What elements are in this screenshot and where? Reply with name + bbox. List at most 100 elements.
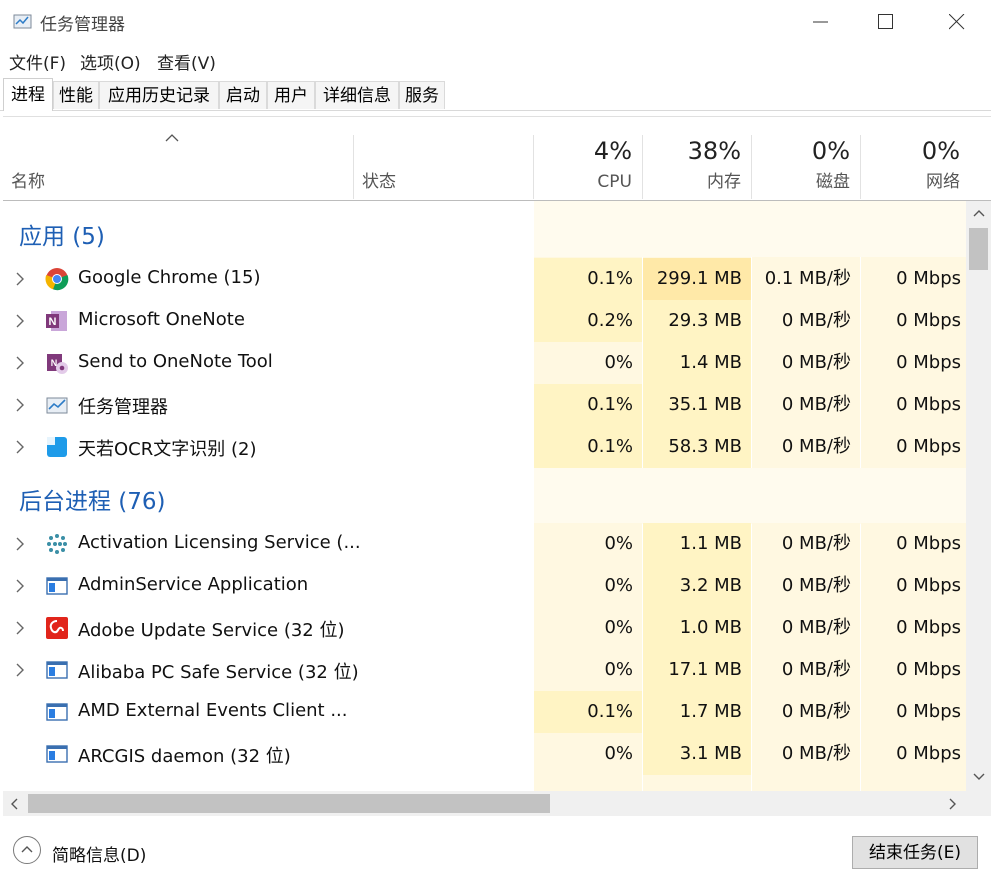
network-cell: 0 Mbps bbox=[861, 649, 966, 691]
network-cell: 0 Mbps bbox=[861, 691, 966, 733]
footer: 简略信息(D) 结束任务(E) bbox=[0, 816, 991, 889]
disk-cell: 0 MB/秒 bbox=[752, 300, 860, 342]
memory-cell: 29.3 MB bbox=[643, 300, 751, 342]
process-row[interactable]: 0.1% 299.1 MB 0.1 MB/秒 0 Mbps Google Chrome … bbox=[3, 258, 966, 300]
column-memory[interactable]: 38% 内存 bbox=[643, 117, 751, 200]
column-status-label: 状态 bbox=[362, 172, 396, 192]
chevron-up-icon bbox=[21, 846, 33, 853]
expand-chevron-icon[interactable] bbox=[16, 271, 25, 290]
tab-performance[interactable]: 性能 bbox=[53, 81, 99, 109]
expand-chevron-icon[interactable] bbox=[16, 620, 25, 639]
group-header: 后台进程 (76) bbox=[3, 468, 966, 524]
menu-file[interactable]: 文件(F) bbox=[9, 49, 66, 74]
network-cell: 0 Mbps bbox=[861, 300, 966, 342]
cpu-cell: 0% bbox=[534, 342, 642, 384]
memory-label: 内存 bbox=[707, 172, 741, 192]
process-row[interactable]: 0% 3.2 MB 0 MB/秒 0 Mbps AdminService Applica… bbox=[3, 565, 966, 607]
expand-chevron-icon[interactable] bbox=[16, 536, 25, 555]
close-button[interactable] bbox=[927, 0, 987, 45]
tab-services[interactable]: 服务 bbox=[399, 81, 445, 109]
group-header-band bbox=[534, 468, 966, 524]
disk-cell: 0 MB/秒 bbox=[752, 649, 860, 691]
tab-app-history[interactable]: 应用历史记录 bbox=[99, 81, 219, 109]
process-name: AdminService Application bbox=[78, 574, 309, 595]
fewer-details-toggle[interactable] bbox=[13, 836, 41, 864]
process-row[interactable]: 0% 17.1 MB 0 MB/秒 0 Mbps Alibaba PC Safe Ser… bbox=[3, 649, 966, 691]
expand-chevron-icon[interactable] bbox=[16, 313, 25, 332]
horizontal-scrollbar[interactable] bbox=[3, 791, 991, 816]
expand-chevron-icon[interactable] bbox=[16, 662, 25, 681]
disk-cell: 0 MB/秒 bbox=[752, 384, 860, 426]
memory-cell: 3.1 MB bbox=[643, 733, 751, 775]
memory-cell: 58.3 MB bbox=[643, 426, 751, 468]
process-row[interactable]: 0% 3.1 MB 0 MB/秒 0 Mbps ARCGIS daemon (32 位) bbox=[3, 733, 966, 775]
maximize-button[interactable] bbox=[856, 0, 916, 45]
process-row[interactable]: 0% 1.1 MB 0 MB/秒 0 Mbps Activation Licensing… bbox=[3, 523, 966, 565]
process-row[interactable]: 0.2% 29.3 MB 0 MB/秒 0 Mbps N Microsoft OneNot… bbox=[3, 300, 966, 342]
cpu-cell: 0.1% bbox=[534, 426, 642, 468]
process-row[interactable]: 0.1% 35.1 MB 0 MB/秒 0 Mbps 任务管理器 bbox=[3, 384, 966, 426]
minimize-icon bbox=[813, 21, 828, 23]
expand-chevron-icon[interactable] bbox=[16, 355, 25, 374]
cpu-cell: 0% bbox=[534, 523, 642, 565]
network-cell: 0 Mbps bbox=[861, 565, 966, 607]
cpu-cell: 0.1% bbox=[534, 384, 642, 426]
expand-chevron-icon[interactable] bbox=[16, 397, 25, 416]
onenote-icon: N bbox=[45, 309, 69, 333]
process-name: Alibaba PC Safe Service (32 位) bbox=[78, 662, 359, 683]
group-title: 应用 (5) bbox=[19, 224, 105, 250]
cpu-cell: 0% bbox=[534, 649, 642, 691]
minimize-button[interactable] bbox=[791, 0, 851, 45]
cpu-label: CPU bbox=[597, 172, 632, 192]
process-row[interactable]: 0.1% 58.3 MB 0 MB/秒 0 Mbps 天若OCR文字识别 (2) bbox=[3, 426, 966, 468]
vertical-scroll-thumb[interactable] bbox=[969, 228, 988, 270]
process-row[interactable]: 0% 1.0 MB 0 MB/秒 0 Mbps Adobe Update Service… bbox=[3, 607, 966, 649]
column-name[interactable]: 名称 bbox=[3, 117, 353, 200]
network-cell: 0 Mbps bbox=[861, 523, 966, 565]
column-status[interactable]: 状态 bbox=[354, 117, 533, 200]
column-header: 名称 状态 4% CPU 38% 内存 0% 磁盘 0% 网络 bbox=[3, 117, 991, 201]
tab-startup[interactable]: 启动 bbox=[219, 81, 267, 109]
process-name: Activation Licensing Service (... bbox=[78, 532, 361, 553]
menu-view[interactable]: 查看(V) bbox=[157, 49, 216, 74]
cpu-cell: 0% bbox=[534, 733, 642, 775]
network-cell: 0 Mbps bbox=[861, 426, 966, 468]
service-window-icon bbox=[45, 742, 69, 766]
expand-chevron-icon[interactable] bbox=[16, 439, 25, 458]
horizontal-scroll-thumb[interactable] bbox=[28, 794, 550, 813]
expand-chevron-icon[interactable] bbox=[16, 578, 25, 597]
tab-details[interactable]: 详细信息 bbox=[315, 81, 399, 109]
tab-strip: 进程 性能 应用历史记录 启动 用户 详细信息 服务 bbox=[0, 78, 991, 111]
network-cell: 0 Mbps bbox=[861, 342, 966, 384]
fewer-details-link[interactable]: 简略信息(D) bbox=[52, 841, 146, 866]
cpu-cell: 0.1% bbox=[534, 258, 642, 300]
vertical-scrollbar[interactable] bbox=[966, 201, 991, 791]
cpu-cell: 0% bbox=[534, 565, 642, 607]
column-disk[interactable]: 0% 磁盘 bbox=[752, 117, 860, 200]
column-name-label: 名称 bbox=[11, 172, 45, 192]
scroll-right-icon[interactable] bbox=[949, 798, 957, 810]
scroll-left-icon[interactable] bbox=[10, 798, 18, 810]
memory-cell: 3.2 MB bbox=[643, 565, 751, 607]
process-row[interactable]: 0% 1.4 MB 0 MB/秒 0 Mbps N Send to OneNote Too… bbox=[3, 342, 966, 384]
tab-processes[interactable]: 进程 bbox=[3, 78, 53, 111]
disk-cell: 0 MB/秒 bbox=[752, 342, 860, 384]
tab-users[interactable]: 用户 bbox=[267, 81, 315, 109]
disk-cell: 0 MB/秒 bbox=[752, 607, 860, 649]
title-bar: 任务管理器 bbox=[0, 0, 991, 45]
service-window-icon bbox=[45, 700, 69, 724]
process-row[interactable]: 0.1% 1.7 MB 0 MB/秒 0 Mbps AMD External Event… bbox=[3, 691, 966, 733]
network-cell: 0 Mbps bbox=[861, 258, 966, 300]
end-task-button[interactable]: 结束任务(E) bbox=[852, 836, 978, 869]
column-cpu[interactable]: 4% CPU bbox=[534, 117, 642, 200]
maximize-icon bbox=[878, 14, 893, 29]
process-name: 任务管理器 bbox=[78, 397, 168, 418]
column-network[interactable]: 0% 网络 bbox=[861, 117, 966, 200]
scroll-down-icon[interactable] bbox=[973, 773, 985, 781]
scroll-up-icon[interactable] bbox=[973, 209, 985, 217]
task-manager-icon bbox=[13, 14, 32, 29]
menu-options[interactable]: 选项(O) bbox=[80, 49, 141, 74]
process-name: Microsoft OneNote bbox=[78, 309, 245, 330]
disk-cell: 0 MB/秒 bbox=[752, 565, 860, 607]
process-name: Adobe Update Service (32 位) bbox=[78, 620, 345, 641]
